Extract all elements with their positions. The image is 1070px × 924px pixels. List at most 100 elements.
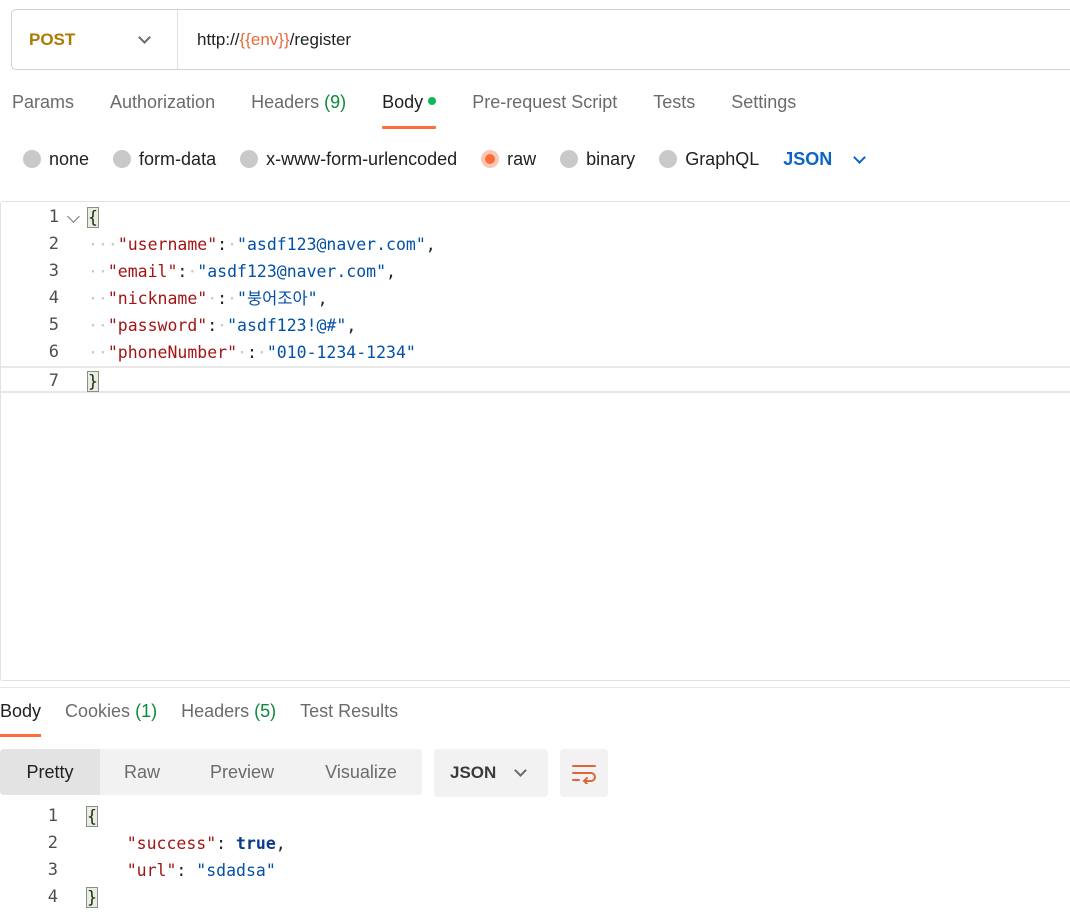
chevron-down-icon <box>514 764 527 777</box>
line-number: 3 <box>48 261 59 281</box>
radio-form-data[interactable]: form-data <box>113 149 216 170</box>
language-select[interactable]: JSON <box>783 149 873 170</box>
fold-chevron-icon[interactable] <box>67 210 80 223</box>
method-select[interactable]: POST <box>12 10 178 69</box>
radio-graphql[interactable]: GraphQL <box>659 149 759 170</box>
tab-label: Test Results <box>300 701 399 721</box>
radio-button[interactable] <box>240 150 259 168</box>
url-suffix: /register <box>289 29 352 49</box>
tab-label: Body <box>382 92 424 112</box>
tab-settings[interactable]: Settings <box>731 92 796 129</box>
json-value: "붕어조아" <box>237 289 318 308</box>
section-divider <box>0 687 1070 688</box>
code-line: 3 ··"email":·"asdf123@naver.com", <box>1 258 1070 285</box>
json-comma: , <box>275 834 286 853</box>
body-indicator-dot <box>428 97 437 105</box>
radio-button[interactable] <box>113 150 132 168</box>
tab-label: Tests <box>653 92 696 112</box>
json-value: "asdf123!@#" <box>227 316 347 335</box>
request-body-editor[interactable]: 1 { 2 ···"username":·"asdf123@naver.com"… <box>0 201 1070 681</box>
tab-label: Authorization <box>110 92 216 112</box>
line-number: 3 <box>47 860 58 880</box>
line-number: 1 <box>48 207 59 227</box>
tab-cookies[interactable]: Cookies (1) <box>65 701 157 737</box>
tab-response-body[interactable]: Body <box>0 701 42 737</box>
json-value: "asdf123@naver.com" <box>197 262 387 281</box>
tab-pre-request-script[interactable]: Pre-request Script <box>472 92 617 129</box>
tab-tests[interactable]: Tests <box>653 92 695 129</box>
code-line: 3 "url": "sdadsa" <box>0 857 1070 884</box>
open-brace: { <box>87 207 99 228</box>
json-comma: , <box>346 316 357 335</box>
radio-button-checked[interactable] <box>481 150 500 168</box>
radio-x-www-form-urlencoded[interactable]: x-www-form-urlencoded <box>240 149 457 170</box>
line-number: 2 <box>47 833 58 853</box>
code-line: 4 } <box>0 884 1070 911</box>
tab-label: Headers <box>251 92 320 112</box>
view-raw-button[interactable]: Raw <box>100 749 184 795</box>
tab-label: Settings <box>731 92 797 112</box>
tab-label: Headers <box>181 701 250 721</box>
radio-button[interactable] <box>23 150 41 168</box>
tab-label: Cookies <box>65 701 131 721</box>
json-value: "010-1234-1234" <box>266 343 416 362</box>
json-value: "asdf123@naver.com" <box>237 235 426 254</box>
json-key: "email" <box>107 262 178 281</box>
radio-label: raw <box>507 148 537 169</box>
code-line: 6 ··"phoneNumber"·:·"010-1234-1234" <box>1 339 1070 366</box>
wrap-lines-button[interactable] <box>560 749 608 797</box>
tab-label: Params <box>12 92 75 112</box>
chevron-down-icon <box>853 150 867 164</box>
tab-label: Body <box>0 701 42 721</box>
line-number: 6 <box>48 342 59 362</box>
tab-body[interactable]: Body <box>382 92 437 129</box>
url-env-variable[interactable]: {{env}} <box>240 30 290 49</box>
tab-response-headers[interactable]: Headers (5) <box>181 701 276 737</box>
line-number: 4 <box>48 288 59 308</box>
radio-label: GraphQL <box>685 148 760 169</box>
url-prefix: http:// <box>197 29 240 49</box>
tab-authorization[interactable]: Authorization <box>110 92 215 129</box>
json-value: "sdadsa" <box>196 861 276 880</box>
json-key: "success" <box>126 834 217 853</box>
code-line: 4 ··"nickname"·:·"붕어조아", <box>1 285 1070 312</box>
json-comma: , <box>386 262 396 281</box>
radio-button[interactable] <box>560 150 579 168</box>
headers-count: (9) <box>324 92 347 112</box>
open-brace: { <box>86 806 98 827</box>
radio-label: none <box>49 148 90 169</box>
method-label: POST <box>29 29 76 49</box>
request-tabs: Params Authorization Headers (9) Body Pr… <box>12 92 832 130</box>
chevron-down-icon <box>138 31 151 44</box>
close-brace: } <box>86 887 98 908</box>
json-key: "url" <box>126 861 177 880</box>
response-tabs: Body Cookies (1) Headers (5) Test Result… <box>0 701 422 737</box>
line-number: 1 <box>47 806 58 826</box>
radio-binary[interactable]: binary <box>560 149 635 170</box>
radio-label: form-data <box>139 148 217 169</box>
radio-none[interactable]: none <box>23 149 89 170</box>
format-label: JSON <box>450 763 497 782</box>
tab-params[interactable]: Params <box>12 92 74 129</box>
request-url-bar: POST http://{{env}}/register <box>11 9 1070 70</box>
response-format-select[interactable]: JSON <box>434 749 548 797</box>
code-line-active: 7 } <box>1 366 1070 393</box>
view-visualize-button[interactable]: Visualize <box>300 749 422 795</box>
json-comma: , <box>425 235 436 254</box>
cookies-count: (1) <box>135 701 158 721</box>
tab-headers[interactable]: Headers (9) <box>251 92 346 129</box>
tab-test-results[interactable]: Test Results <box>300 701 398 737</box>
view-preview-button[interactable]: Preview <box>184 749 300 795</box>
json-key: "username" <box>117 235 218 254</box>
radio-button[interactable] <box>659 150 678 168</box>
url-input[interactable]: http://{{env}}/register <box>178 30 351 50</box>
language-label: JSON <box>783 148 833 169</box>
line-number: 7 <box>48 371 59 391</box>
json-key: "phoneNumber" <box>107 343 238 362</box>
radio-raw[interactable]: raw <box>481 149 536 170</box>
view-pretty-button[interactable]: Pretty <box>0 749 100 795</box>
code-line: 1 { <box>0 803 1070 830</box>
body-type-selector: none form-data x-www-form-urlencoded raw… <box>23 147 873 171</box>
code-line: 5 ··"password":·"asdf123!@#", <box>1 312 1070 339</box>
code-line: 1 { <box>1 204 1070 231</box>
